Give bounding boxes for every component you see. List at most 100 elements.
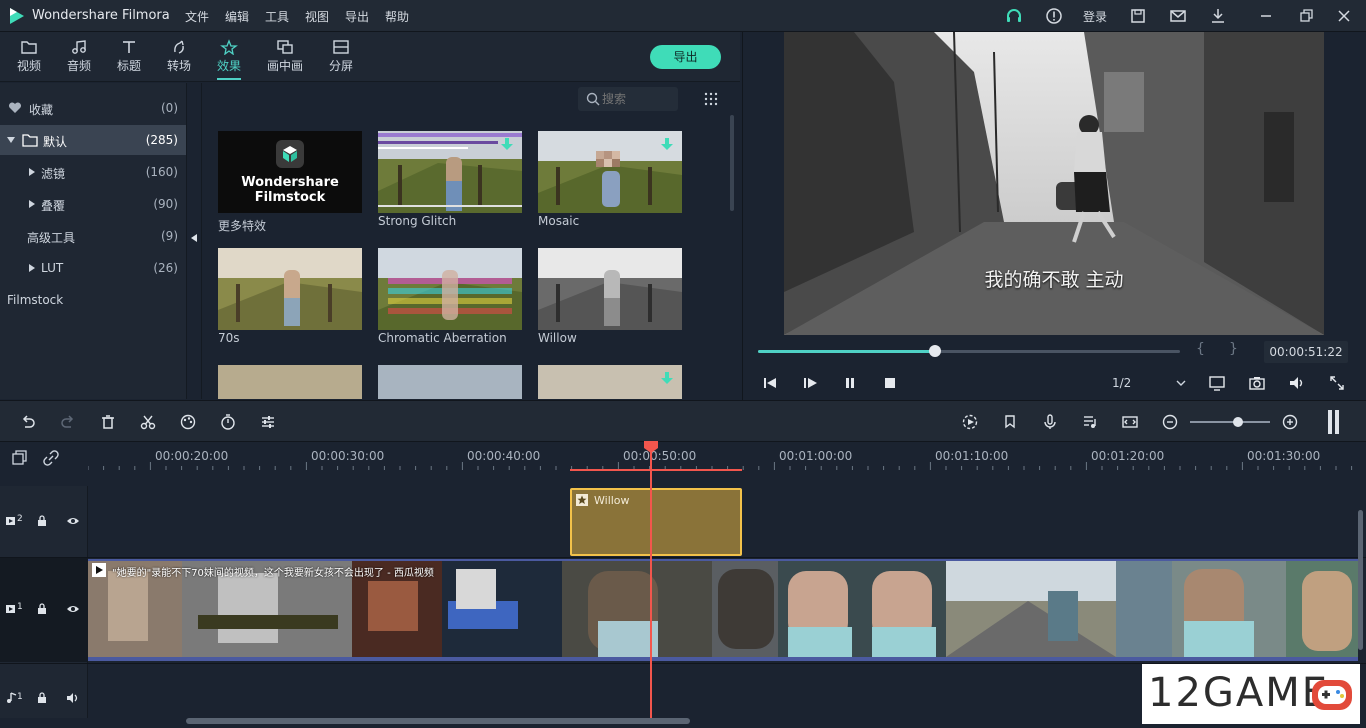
speaker-icon[interactable]	[66, 693, 80, 703]
restore-window-icon[interactable]	[1296, 6, 1316, 26]
effect-thumb-mosaic[interactable]	[538, 131, 682, 213]
download-icon[interactable]	[660, 371, 674, 385]
timeline-horizontal-scrollbar[interactable]	[186, 718, 690, 724]
adjust-sliders-icon[interactable]	[259, 413, 277, 431]
undo-icon[interactable]	[19, 413, 37, 431]
tab-video[interactable]: 视频	[7, 36, 51, 80]
volume-icon[interactable]	[1288, 374, 1306, 392]
effect-thumb-chromatic-aberration[interactable]	[378, 248, 522, 330]
search-input[interactable]	[602, 90, 672, 108]
panel-toggle-icon[interactable]	[1326, 410, 1342, 434]
menu-view[interactable]: 视图	[305, 8, 329, 25]
effect-clip-willow[interactable]: Willow	[570, 488, 742, 556]
video-clip[interactable]: "她要的"录能不下70妹间的视频，这个我要新女孩不会出现了 - 西瓜视频	[88, 559, 1358, 661]
sidebar-item-favorites[interactable]: 收藏 (0)	[0, 93, 186, 123]
mark-out-button[interactable]: }	[1229, 341, 1238, 357]
headset-support-icon[interactable]	[1004, 6, 1024, 26]
zoom-out-icon[interactable]	[1161, 413, 1179, 431]
snapshot-camera-icon[interactable]	[1248, 374, 1266, 392]
tab-audio[interactable]: 音频	[57, 36, 101, 80]
stop-icon[interactable]	[881, 374, 899, 392]
collapse-left-icon[interactable]	[190, 233, 198, 243]
lock-icon[interactable]	[37, 603, 47, 615]
zoom-in-icon[interactable]	[1281, 413, 1299, 431]
microphone-icon[interactable]	[1041, 413, 1059, 431]
menu-export[interactable]: 导出	[345, 8, 369, 25]
effect-thumb-70s[interactable]	[218, 248, 362, 330]
cut-scissors-icon[interactable]	[139, 413, 157, 431]
color-palette-icon[interactable]	[179, 413, 197, 431]
fit-timeline-icon[interactable]	[1121, 413, 1139, 431]
sidebar-item-advanced-tools[interactable]: 高级工具 (9)	[0, 221, 186, 251]
sidebar-collapse-strip[interactable]	[186, 83, 202, 399]
minimize-icon[interactable]	[1256, 6, 1276, 26]
effect-thumb-willow[interactable]	[538, 248, 682, 330]
timeline-ruler[interactable]: 00:00:20:00 00:00:30:00 00:00:40:00 00:0…	[0, 442, 1366, 486]
sidebar-item-default[interactable]: 默认 (285)	[0, 125, 186, 155]
playhead-handle[interactable]	[643, 441, 659, 453]
clip-name: "她要的"录能不下70妹间的视频，这个我要新女孩不会出现了 - 西瓜视频	[112, 568, 434, 579]
render-preview-icon[interactable]	[961, 413, 979, 431]
info-icon[interactable]	[1044, 6, 1064, 26]
delete-icon[interactable]	[99, 413, 117, 431]
mail-icon[interactable]	[1168, 6, 1188, 26]
sidebar-item-filters[interactable]: 滤镜 (160)	[0, 157, 186, 187]
tab-titles[interactable]: 标题	[107, 36, 151, 80]
tab-transitions[interactable]: 转场	[157, 36, 201, 80]
effect-thumb-partial[interactable]	[218, 365, 362, 399]
effect-label: Chromatic Aberration	[378, 331, 507, 345]
sidebar-item-filmstock[interactable]: Filmstock	[0, 285, 186, 315]
eye-icon[interactable]	[66, 604, 80, 614]
timeline-vertical-scrollbar[interactable]	[1358, 510, 1363, 650]
export-button[interactable]: 导出	[650, 45, 721, 69]
fullscreen-icon[interactable]	[1328, 374, 1346, 392]
preview-quality-select[interactable]: 1/2	[1104, 372, 1190, 394]
sidebar-item-overlays[interactable]: 叠覆 (90)	[0, 189, 186, 219]
work-area-range[interactable]	[570, 469, 742, 471]
lock-icon[interactable]	[37, 515, 47, 527]
effect-thumb-strong-glitch[interactable]	[378, 131, 522, 213]
menu-help[interactable]: 帮助	[385, 8, 409, 25]
monitor-icon[interactable]	[1208, 374, 1226, 392]
download-icon[interactable]	[1208, 6, 1228, 26]
add-track-icon[interactable]	[12, 450, 28, 466]
search-box[interactable]	[578, 87, 678, 111]
pause-icon[interactable]	[841, 374, 859, 392]
preview-video[interactable]: 我的确不敢 主动	[784, 32, 1324, 335]
lock-icon[interactable]	[37, 692, 47, 704]
close-icon[interactable]	[1334, 6, 1354, 26]
chevron-down-icon	[7, 137, 15, 143]
tab-split-screen[interactable]: 分屏	[319, 36, 363, 80]
speed-timer-icon[interactable]	[219, 413, 237, 431]
effect-thumb-partial[interactable]	[378, 365, 522, 399]
effect-thumb-more-effects[interactable]: Wondershare Filmstock	[218, 131, 362, 213]
track-header-audio-1: 1	[0, 664, 88, 718]
tab-effects[interactable]: 效果	[207, 36, 251, 80]
menu-file[interactable]: 文件	[185, 8, 209, 25]
playhead-line[interactable]	[650, 446, 652, 720]
effect-thumb-partial[interactable]	[538, 365, 682, 399]
marker-icon[interactable]	[1001, 413, 1019, 431]
redo-icon[interactable]	[59, 413, 77, 431]
track-header-video-2: 2	[0, 486, 88, 556]
download-icon[interactable]	[500, 137, 514, 151]
step-back-icon[interactable]	[761, 374, 779, 392]
login-link[interactable]: 登录	[1083, 8, 1107, 25]
eye-icon[interactable]	[66, 516, 80, 526]
timeline-zoom-slider[interactable]	[1190, 417, 1270, 427]
save-icon[interactable]	[1128, 6, 1148, 26]
gallery-scrollbar[interactable]	[730, 115, 734, 211]
playback-progress-bar[interactable]	[758, 345, 1180, 357]
tab-pip[interactable]: 画中画	[263, 36, 307, 80]
menu-edit[interactable]: 编辑	[225, 8, 249, 25]
download-icon[interactable]	[660, 137, 674, 151]
sidebar-item-lut[interactable]: LUT (26)	[0, 253, 186, 283]
grid-view-icon[interactable]	[704, 92, 718, 106]
mark-in-button[interactable]: {	[1196, 341, 1205, 357]
play-icon[interactable]	[801, 374, 819, 392]
link-icon[interactable]	[43, 450, 59, 466]
app-title: Wondershare Filmora	[32, 8, 170, 23]
menu-tools[interactable]: 工具	[265, 8, 289, 25]
zoom-slider-handle[interactable]	[1233, 417, 1243, 427]
audio-mixer-icon[interactable]	[1081, 413, 1099, 431]
